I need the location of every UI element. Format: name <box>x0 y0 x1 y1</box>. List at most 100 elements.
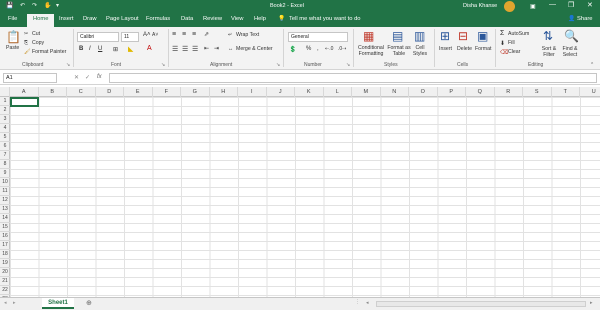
insert-cells-button[interactable]: Insert <box>439 46 452 52</box>
redo-icon[interactable]: ↷ <box>32 2 37 9</box>
indent-increase-icon[interactable]: ⇥ <box>214 45 219 52</box>
delete-cells-icon[interactable]: ⊟ <box>458 30 468 42</box>
column-header[interactable]: S <box>523 87 552 97</box>
tab-view[interactable]: View <box>231 16 243 22</box>
align-middle-icon[interactable]: ≡ <box>182 31 186 38</box>
row-header[interactable]: 13 <box>0 205 10 214</box>
horizontal-scrollbar[interactable] <box>376 301 586 307</box>
align-bottom-icon[interactable]: ≡ <box>192 31 196 38</box>
clipboard-launcher-icon[interactable]: ↘ <box>66 62 70 68</box>
select-all-corner[interactable] <box>0 87 10 97</box>
row-header[interactable]: 12 <box>0 196 10 205</box>
conditional-formatting-button[interactable]: Conditional Formatting <box>356 45 386 57</box>
column-header[interactable]: P <box>438 87 466 97</box>
find-select-icon[interactable]: 🔍 <box>564 30 579 42</box>
font-name-select[interactable]: Calibri <box>77 32 119 42</box>
underline-button[interactable]: U <box>98 46 102 52</box>
name-box[interactable]: A1 <box>3 73 57 83</box>
column-header[interactable]: F <box>153 87 181 97</box>
column-header[interactable]: R <box>495 87 523 97</box>
font-size-select[interactable]: 11 <box>121 32 139 42</box>
prev-sheet-icon[interactable]: ◂ <box>4 300 7 306</box>
cut-button[interactable]: Cut <box>32 31 40 37</box>
sort-filter-button[interactable]: Sort & Filter <box>539 46 559 58</box>
column-header[interactable]: D <box>96 87 124 97</box>
share-button[interactable]: Share <box>577 16 592 22</box>
save-icon[interactable]: 💾 <box>6 2 13 9</box>
minimize-button[interactable]: — <box>549 1 556 8</box>
tab-insert[interactable]: Insert <box>59 16 74 22</box>
customize-qat-icon[interactable]: ▾ <box>56 2 59 9</box>
row-header[interactable]: 5 <box>0 133 10 142</box>
find-select-button[interactable]: Find & Select <box>558 46 582 58</box>
format-cells-button[interactable]: Format <box>475 46 491 52</box>
orientation-icon[interactable]: ⇗ <box>204 31 209 38</box>
column-header[interactable]: U <box>580 87 600 97</box>
column-header[interactable]: Q <box>466 87 495 97</box>
scroll-right-icon[interactable]: ▸ <box>590 300 593 306</box>
format-painter-button[interactable]: Format Painter <box>32 49 66 55</box>
row-header[interactable]: 22 <box>0 286 10 295</box>
column-header[interactable]: B <box>39 87 67 97</box>
restore-button[interactable]: ❐ <box>568 1 574 9</box>
column-header[interactable]: T <box>552 87 580 97</box>
copy-button[interactable]: Copy <box>32 40 44 46</box>
sort-filter-icon[interactable]: ⇅ <box>543 30 553 42</box>
shrink-font-button[interactable]: A˅ <box>152 32 158 38</box>
touch-mode-icon[interactable]: ✋ <box>44 2 51 9</box>
merge-center-button[interactable]: Merge & Center <box>236 46 273 52</box>
paste-button[interactable]: Paste <box>6 45 19 51</box>
align-top-icon[interactable]: ≡ <box>172 31 176 38</box>
decrease-decimal-icon[interactable]: .0⇢ <box>338 46 346 52</box>
row-header[interactable]: 14 <box>0 214 10 223</box>
column-header[interactable]: O <box>409 87 438 97</box>
cell-styles-icon[interactable]: ▥ <box>414 30 425 42</box>
tab-draw[interactable]: Draw <box>83 16 97 22</box>
column-header[interactable]: M <box>352 87 381 97</box>
tab-page-layout[interactable]: Page Layout <box>106 16 139 22</box>
fill-color-icon[interactable]: ◣ <box>128 45 133 53</box>
alignment-launcher-icon[interactable]: ↘ <box>276 62 280 68</box>
italic-button[interactable]: I <box>89 46 91 52</box>
format-as-table-button[interactable]: Format as Table <box>387 45 411 57</box>
align-left-icon[interactable]: ☰ <box>172 45 178 53</box>
row-header[interactable]: 10 <box>0 178 10 187</box>
row-header[interactable]: 18 <box>0 250 10 259</box>
row-header[interactable]: 9 <box>0 169 10 178</box>
cell-styles-button[interactable]: Cell Styles <box>411 45 429 57</box>
tab-home[interactable]: Home <box>27 14 55 27</box>
tab-review[interactable]: Review <box>203 16 222 22</box>
increase-decimal-icon[interactable]: ⇠.0 <box>325 46 333 52</box>
column-header[interactable]: I <box>238 87 267 97</box>
cell-area[interactable] <box>10 97 600 297</box>
tab-file[interactable]: File <box>8 16 17 22</box>
column-header[interactable]: L <box>324 87 352 97</box>
tab-data[interactable]: Data <box>181 16 193 22</box>
format-cells-icon[interactable]: ▣ <box>477 30 488 42</box>
autosum-icon[interactable]: Σ <box>500 30 504 37</box>
enter-icon[interactable]: ✓ <box>85 74 90 81</box>
active-cell[interactable] <box>10 97 39 107</box>
wrap-text-icon[interactable]: ↵ <box>228 32 232 38</box>
copy-icon[interactable]: ⎘ <box>24 40 28 47</box>
row-header[interactable]: 4 <box>0 124 10 133</box>
undo-icon[interactable]: ↶ <box>20 2 25 9</box>
collapse-ribbon-icon[interactable]: ⌃ <box>590 62 594 68</box>
row-header[interactable]: 1 <box>0 97 10 106</box>
row-header[interactable]: 21 <box>0 277 10 286</box>
avatar[interactable] <box>504 1 515 12</box>
column-header[interactable]: K <box>295 87 324 97</box>
paste-icon[interactable]: 📋 <box>6 31 21 43</box>
row-header[interactable]: 8 <box>0 160 10 169</box>
align-right-icon[interactable]: ☰ <box>192 45 198 53</box>
add-sheet-button[interactable]: ⊕ <box>86 299 92 307</box>
insert-function-button[interactable]: fx <box>97 74 102 80</box>
merge-center-icon[interactable]: ↔ <box>228 46 233 52</box>
wrap-text-button[interactable]: Wrap Text <box>236 32 259 38</box>
grow-font-button[interactable]: A˄ <box>143 32 151 38</box>
formula-input[interactable] <box>109 73 597 83</box>
row-header[interactable]: 19 <box>0 259 10 268</box>
format-painter-icon[interactable]: 🖌 <box>24 49 31 55</box>
ribbon-display-icon[interactable]: ▣ <box>530 3 536 10</box>
column-header[interactable]: J <box>267 87 295 97</box>
